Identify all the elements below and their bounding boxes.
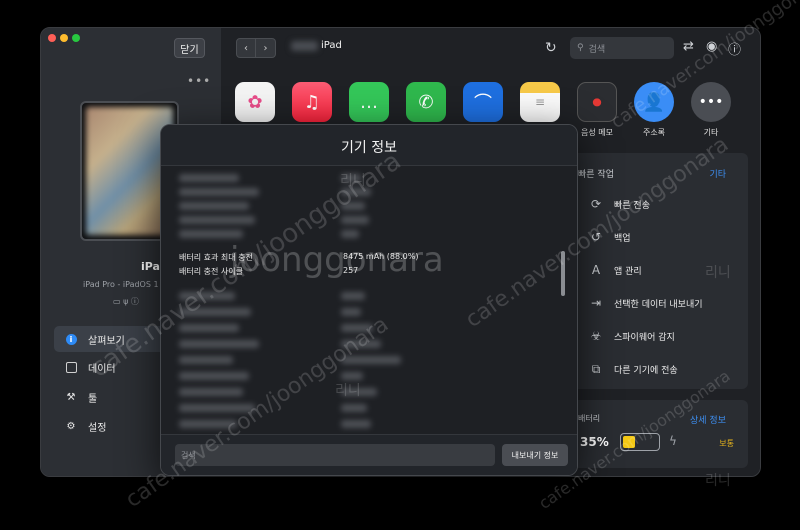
quick-action-item[interactable]: A 앱 관리 [588, 262, 642, 278]
export-icon: ⇥ [590, 296, 602, 310]
account-icon[interactable]: ◉ [706, 39, 717, 54]
app-voice-memo[interactable]: ⏺ 음성 메모 [577, 82, 617, 138]
nav-buttons: ‹ › [236, 38, 276, 58]
info-icon: i [64, 332, 78, 346]
sidebar-more-button[interactable]: ••• [187, 74, 211, 88]
gear-icon: ⚙ [66, 420, 76, 432]
tools-icon: ⚒ [66, 391, 76, 403]
dialog-search-input[interactable]: 검색 [175, 444, 495, 466]
close-button[interactable]: 닫기 [174, 38, 205, 58]
dialog-footer: 검색 내보내기 정보 [161, 434, 577, 475]
sidebar-item-label: 설정 [88, 422, 107, 434]
quick-action-item[interactable]: ⧉ 다른 기기에 전송 [588, 361, 678, 377]
messages-icon: … [349, 82, 389, 122]
battery-panel: 배터리 상세 정보 35% ϟ 보통 [566, 400, 748, 468]
photos-icon: ✿ [235, 82, 275, 122]
battery-title: 배터리 [578, 414, 601, 423]
window-minimize-button[interactable] [60, 34, 68, 42]
spyware-icon: ☣ [590, 329, 602, 343]
export-info-button[interactable]: 내보내기 정보 [502, 444, 568, 466]
app-store-icon: A [591, 263, 601, 277]
sidebar-item-label: 데이터 [88, 363, 116, 375]
notes-icon: ≡ [520, 82, 560, 122]
search-input[interactable]: ⚲ 검색 [570, 37, 674, 59]
info-row-value: 257 [343, 266, 359, 275]
window-close-button[interactable] [48, 34, 56, 42]
quick-action-item[interactable]: ☣ 스파이웨어 감지 [588, 328, 675, 344]
app-more[interactable]: ••• 기타 [691, 82, 731, 138]
info-row-label: 배터리 충전 사이클 [179, 267, 243, 276]
sidebar-item-label: 툴 [88, 393, 98, 405]
dialog-header: 기기 정보 [161, 125, 577, 166]
transfer-arrows-icon[interactable]: ⇄ [683, 39, 694, 54]
quick-action-item[interactable]: ↺ 백업 [588, 229, 631, 245]
page-title: iPad [321, 40, 342, 51]
window-maximize-button[interactable] [72, 34, 80, 42]
contacts-icon: 👤 [634, 82, 674, 122]
voice-memo-icon: ⏺ [577, 82, 617, 122]
device-subtitle: iPad Pro - iPadOS 1 [83, 280, 159, 289]
square-icon [64, 360, 78, 374]
forward-button[interactable]: › [256, 38, 276, 58]
device-info-dialog: 기기 정보 배터리 효과 최대 충전 8475 mAh (88.0%) 배터리 … [160, 124, 578, 476]
quick-actions-title: 빠른 작업 [578, 170, 614, 180]
dialog-title: 기기 정보 [341, 140, 397, 156]
info-row-value: 8475 mAh (88.0%) [343, 252, 419, 261]
battery-gauge [620, 433, 660, 451]
device-transfer-icon: ⧉ [591, 361, 601, 376]
backup-icon: ↺ [590, 230, 602, 244]
refresh-icon[interactable]: ↻ [545, 40, 557, 56]
device-status-icons: ▭ ψ ⓘ [113, 297, 139, 306]
music-icon: ♫ [292, 82, 332, 122]
info-row-label: 배터리 효과 최대 충전 [179, 253, 253, 262]
battery-percent: 35% [580, 435, 609, 449]
charging-bolt-icon: ϟ [669, 434, 677, 448]
phone-icon: ✆ [406, 82, 446, 122]
sidebar-item-label: 살펴보기 [88, 335, 125, 347]
battery-state: 보통 [719, 439, 734, 448]
help-icon[interactable]: ⓘ [728, 39, 741, 58]
quick-transfer-icon: ⟳ [590, 197, 602, 211]
quick-actions-panel: 빠른 작업 기타 ⟳ 빠른 전송 ↺ 백업 A 앱 관리 ⇥ 선택한 데이터 내… [566, 153, 748, 389]
search-icon: ⚲ [577, 43, 584, 53]
battery-details-link[interactable]: 상세 정보 [690, 413, 726, 426]
quick-action-item[interactable]: ⟳ 빠른 전송 [588, 196, 650, 212]
quick-action-item[interactable]: ⇥ 선택한 데이터 내보내기 [588, 295, 703, 311]
search-placeholder: 검색 [588, 44, 606, 55]
battery-fill [623, 436, 635, 448]
dialog-search-placeholder: 검색 [181, 450, 196, 460]
back-button[interactable]: ‹ [236, 38, 256, 58]
scrollbar-thumb[interactable] [561, 251, 565, 296]
more-icon: ••• [691, 82, 731, 122]
quick-actions-more-link[interactable]: 기타 [709, 167, 726, 180]
title-redacted [291, 41, 318, 51]
voicemail-icon: ⌒ [463, 82, 503, 122]
device-info-list[interactable]: 배터리 효과 최대 충전 8475 mAh (88.0%) 배터리 충전 사이클… [161, 166, 577, 436]
app-contacts[interactable]: 👤 주소록 [634, 82, 674, 138]
